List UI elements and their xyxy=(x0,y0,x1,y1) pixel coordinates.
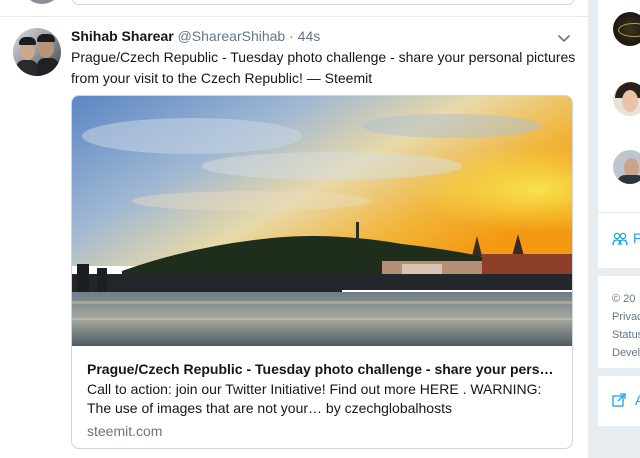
card-image[interactable] xyxy=(72,96,572,346)
external-link-icon[interactable] xyxy=(612,393,626,407)
people-icon[interactable] xyxy=(612,232,628,246)
card-title[interactable]: Prague/Czech Republic - Tuesday photo ch… xyxy=(87,360,557,378)
card-description: Call to action: join our Twitter Initiat… xyxy=(87,381,542,416)
chevron-down-icon[interactable] xyxy=(556,30,572,46)
avatar[interactable] xyxy=(13,28,61,76)
previous-tweet[interactable] xyxy=(0,0,588,17)
footer-link-status[interactable]: Status xyxy=(612,328,640,342)
author-handle[interactable]: @SharearShihab xyxy=(178,28,286,44)
divider xyxy=(598,212,640,213)
footer-link-privacy[interactable]: Privac xyxy=(612,310,640,324)
avatar[interactable] xyxy=(22,0,62,4)
separator: · xyxy=(289,28,294,44)
avatar[interactable] xyxy=(613,82,640,116)
link-card[interactable] xyxy=(72,0,574,5)
tweet-timestamp[interactable]: 44s xyxy=(298,28,321,44)
footer-link-developers[interactable]: Devel xyxy=(612,346,640,360)
avatar[interactable] xyxy=(613,150,640,184)
timeline: Shihab Sharear @SharearShihab · 44s Prag… xyxy=(0,0,589,458)
footer-copyright: © 20 xyxy=(612,293,636,305)
avatar[interactable] xyxy=(613,12,640,46)
author-name[interactable]: Shihab Sharear xyxy=(71,28,174,44)
link-card[interactable]: Prague/Czech Republic - Tuesday photo ch… xyxy=(71,95,573,449)
tweet-text: Prague/Czech Republic - Tuesday photo ch… xyxy=(71,49,576,86)
card-domain: steemit.com xyxy=(87,423,163,439)
ads-info-link[interactable]: A xyxy=(635,392,640,408)
find-people-link[interactable]: F xyxy=(633,230,640,246)
tweet-header: Shihab Sharear @SharearShihab · 44s xyxy=(71,27,320,45)
